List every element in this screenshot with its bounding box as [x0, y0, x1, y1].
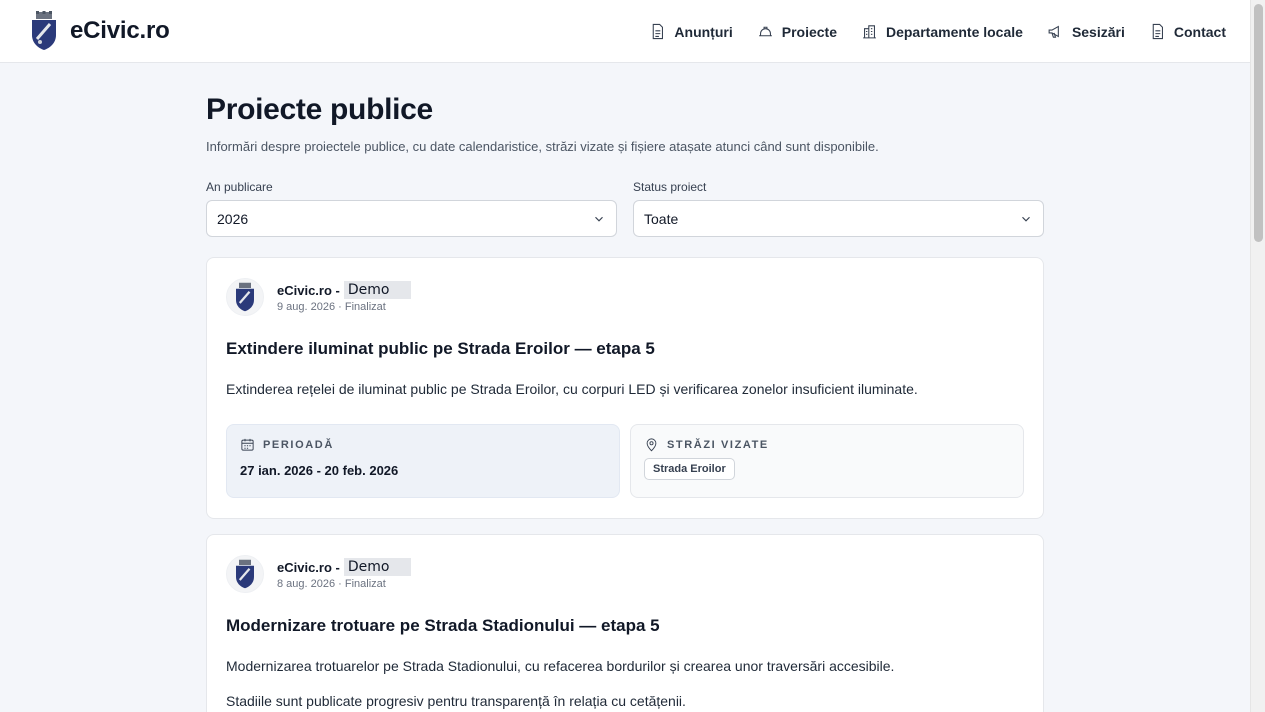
period-label: PERIOADĂ — [263, 438, 334, 451]
filters: An publicare 2026 Status proiect Toate — [206, 180, 1044, 237]
nav-item-label: Sesizări — [1071, 23, 1125, 40]
period-value: 27 ian. 2026 - 20 feb. 2026 — [240, 463, 399, 478]
project-card[interactable]: eCivic.ro - Demo 9 aug. 2026 · Finalizat… — [206, 257, 1044, 519]
megaphone-icon — [1048, 25, 1059, 38]
building-icon — [863, 25, 876, 39]
project-info: PERIOADĂ 27 ian. 2026 - 20 feb. 2026 STR… — [226, 424, 1024, 498]
scrollbar-thumb[interactable] — [1254, 4, 1263, 242]
streets-label: STRĂZI VIZATE — [667, 438, 769, 451]
main-content: Proiecte publice Informări despre proiec… — [206, 63, 1044, 712]
author-line: eCivic.ro - Demo — [277, 558, 412, 576]
author-block: eCivic.ro - Demo 9 aug. 2026 · Finalizat — [277, 281, 412, 313]
card-header: eCivic.ro - Demo 8 aug. 2026 · Finalizat — [226, 555, 1024, 593]
chevron-down-icon — [595, 216, 603, 222]
nav-item-anunturi[interactable]: Anunțuri — [649, 23, 733, 40]
avatar — [226, 278, 264, 316]
year-select-value: 2026 — [217, 210, 249, 227]
city-crest-icon — [236, 559, 254, 589]
streets-label-row: STRĂZI VIZATE — [644, 437, 1010, 452]
helmet-icon — [758, 26, 772, 37]
location-pin-icon — [646, 438, 657, 452]
city-crest-logo — [32, 11, 56, 50]
nav-item-contact[interactable]: Contact — [1149, 23, 1226, 40]
author-block: eCivic.ro - Demo 8 aug. 2026 · Finalizat — [277, 558, 412, 590]
streets-box: STRĂZI VIZATE Strada Eroilor — [630, 424, 1024, 498]
year-select[interactable]: 2026 — [206, 200, 617, 237]
top-navbar: eCivic.ro Anunțuri Proiecte Departamente… — [0, 0, 1250, 63]
filter-status-label: Status proiect — [633, 180, 707, 194]
chevron-down-icon — [1022, 216, 1030, 222]
status-select[interactable]: Toate — [633, 200, 1044, 237]
nav-item-sesizari[interactable]: Sesizări — [1047, 23, 1125, 40]
document-icon — [653, 23, 664, 40]
project-title[interactable]: Modernizare trotuare pe Strada Stadionul… — [226, 616, 1024, 636]
post-meta: 8 aug. 2026 · Finalizat — [277, 578, 386, 590]
calendar-icon — [241, 438, 254, 451]
period-box: PERIOADĂ 27 ian. 2026 - 20 feb. 2026 — [226, 424, 620, 498]
project-description: Extinderea rețelei de iluminat public pe… — [226, 381, 918, 397]
project-card[interactable]: eCivic.ro - Demo 8 aug. 2026 · Finalizat… — [206, 534, 1044, 712]
project-note: Stadiile sunt publicate progresiv pentru… — [226, 693, 686, 709]
nav-item-label: Anunțuri — [674, 23, 733, 40]
author-tag: Demo — [343, 281, 412, 299]
post-meta: 9 aug. 2026 · Finalizat — [277, 301, 386, 313]
page-description: Informări despre proiectele publice, cu … — [206, 139, 879, 154]
street-chip[interactable]: Strada Eroilor — [644, 458, 735, 480]
city-crest-icon — [236, 282, 254, 312]
nav-item-label: Contact — [1173, 23, 1226, 40]
author-name: eCivic.ro - — [277, 282, 340, 298]
card-header: eCivic.ro - Demo 9 aug. 2026 · Finalizat — [226, 278, 1024, 316]
page-scrollbar[interactable] — [1250, 0, 1265, 712]
author-line: eCivic.ro - Demo — [277, 281, 412, 299]
author-name: eCivic.ro - — [277, 559, 340, 575]
project-title[interactable]: Extindere iluminat public pe Strada Eroi… — [226, 339, 1024, 359]
project-description: Modernizarea trotuarelor pe Strada Stadi… — [226, 658, 895, 674]
main-nav: Anunțuri Proiecte Departamente locale Se… — [649, 0, 1226, 63]
filter-year-label: An publicare — [206, 180, 273, 194]
brand-name: eCivic.ro — [70, 17, 170, 44]
brand[interactable]: eCivic.ro — [30, 11, 170, 51]
author-tag: Demo — [343, 558, 412, 576]
nav-item-proiecte[interactable]: Proiecte — [757, 23, 837, 40]
nav-item-departamente[interactable]: Departamente locale — [861, 23, 1023, 40]
nav-item-label: Proiecte — [781, 23, 837, 40]
period-label-row: PERIOADĂ — [240, 437, 606, 452]
avatar — [226, 555, 264, 593]
filter-year: An publicare 2026 — [206, 180, 617, 237]
page-title: Proiecte publice — [206, 93, 433, 126]
nav-item-label: Departamente locale — [885, 23, 1023, 40]
document-icon — [1152, 23, 1163, 40]
status-select-value: Toate — [644, 210, 679, 227]
filter-status: Status proiect Toate — [633, 180, 1044, 237]
